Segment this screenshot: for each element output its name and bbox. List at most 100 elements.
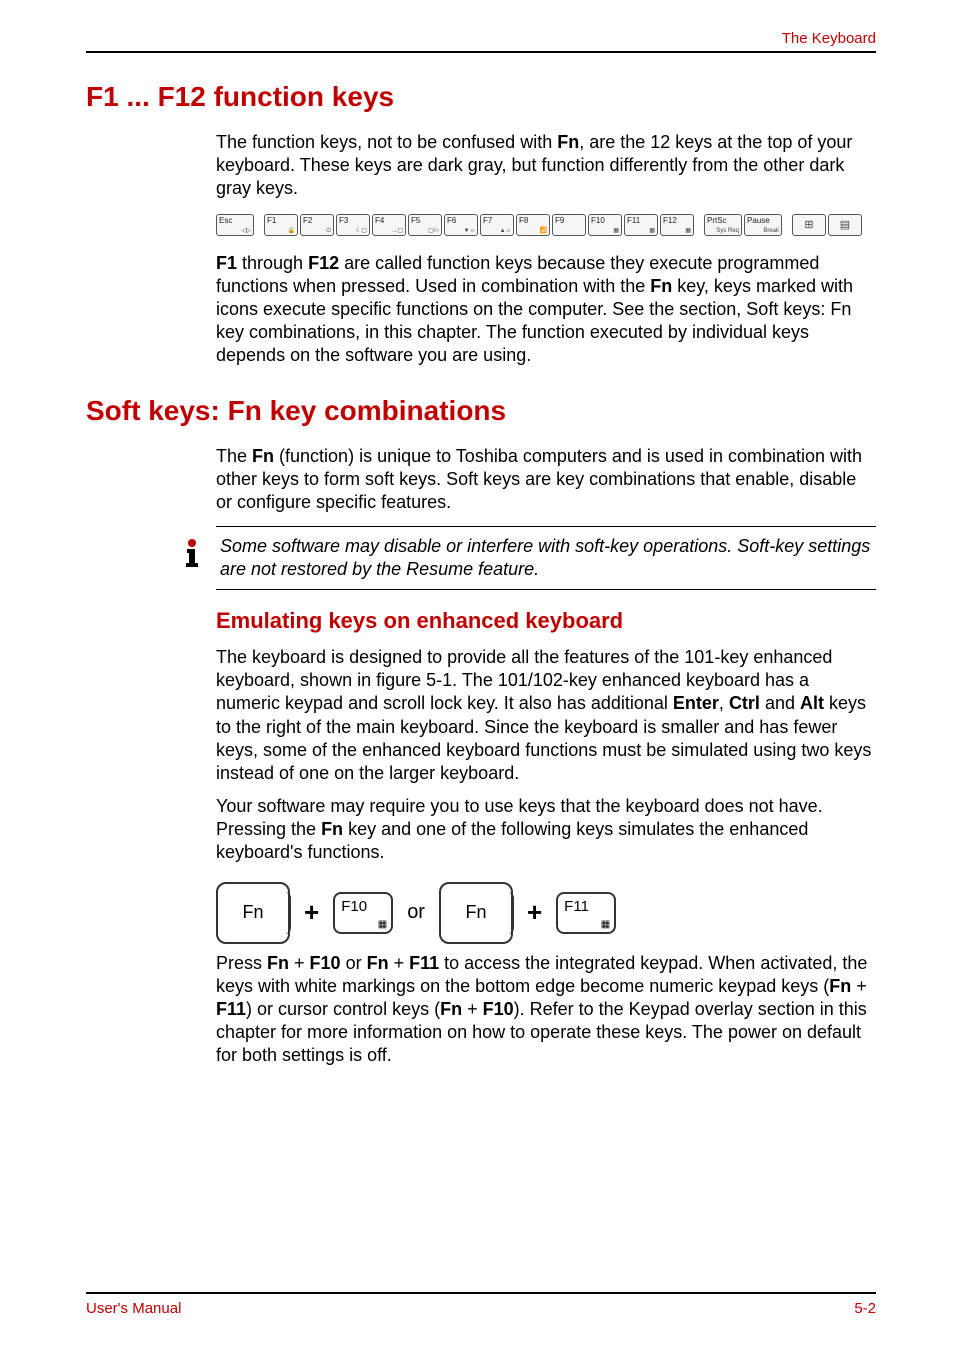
text-fn: Fn bbox=[321, 819, 343, 839]
text: + bbox=[289, 953, 310, 973]
text: ) or cursor control keys ( bbox=[246, 999, 440, 1019]
footer-left: User's Manual bbox=[86, 1300, 181, 1317]
heading-f1-f12: F1 ... F12 function keys bbox=[86, 81, 876, 113]
keycap-fn: Fn bbox=[216, 882, 290, 944]
key-f12: F12 ▦ bbox=[660, 214, 694, 236]
key-f7: F7 ▲☼ bbox=[480, 214, 514, 236]
key-f6: F6▼☼ bbox=[444, 214, 478, 236]
text-f11: F11 bbox=[216, 999, 246, 1019]
text-fn: Fn bbox=[650, 276, 672, 296]
text: (function) is unique to Toshiba computer… bbox=[216, 446, 862, 512]
key-pause: Pause Break bbox=[744, 214, 782, 236]
cursor-overlay-icon: ▦ bbox=[378, 919, 387, 930]
key-sublabel: Break bbox=[763, 228, 779, 234]
page-footer: User's Manual 5-2 bbox=[86, 1292, 876, 1317]
emulating-p3: Press Fn + F10 or Fn + F11 to access the… bbox=[216, 952, 876, 1067]
key-f1: F1 🔒 bbox=[264, 214, 298, 236]
emulating-p1: The keyboard is designed to provide all … bbox=[216, 646, 876, 784]
keycap-f11: F11▦ bbox=[556, 892, 616, 934]
text-enter: Enter bbox=[673, 693, 719, 713]
key-label: F7 bbox=[483, 216, 492, 225]
key-label: F2 bbox=[303, 216, 312, 225]
f1f12-desc-paragraph: F1 through F12 are called function keys … bbox=[216, 252, 876, 367]
menu-icon: ▤ bbox=[840, 220, 850, 231]
cursor-overlay-icon: ▦ bbox=[613, 228, 619, 234]
heading-soft-keys: Soft keys: Fn key combinations bbox=[86, 395, 876, 427]
text-f12: F12 bbox=[308, 253, 339, 273]
note-text: Some software may disable or interfere w… bbox=[220, 535, 876, 581]
key-f10: F10 ▦ bbox=[588, 214, 622, 236]
key-f4: F4 →▢ bbox=[372, 214, 406, 236]
key-label: F10 bbox=[341, 898, 367, 915]
key-label: F5 bbox=[411, 216, 420, 225]
brightness-up-icon: ▲☼ bbox=[500, 228, 511, 234]
key-sublabel: Sys Req bbox=[716, 228, 739, 234]
emulating-p2: Your software may require you to use key… bbox=[216, 795, 876, 864]
text: or bbox=[341, 953, 367, 973]
info-icon bbox=[172, 535, 212, 569]
key-label: F4 bbox=[375, 216, 384, 225]
numeric-overlay-icon: ▦ bbox=[649, 228, 655, 234]
keycap-fn: Fn bbox=[439, 882, 513, 944]
key-label: F1 bbox=[267, 216, 276, 225]
text-fn: Fn bbox=[557, 132, 579, 152]
subheading-emulating: Emulating keys on enhanced keyboard bbox=[216, 608, 876, 634]
key-label: F8 bbox=[519, 216, 528, 225]
text: + bbox=[389, 953, 410, 973]
text-fn: Fn bbox=[267, 953, 289, 973]
key-label: F11 bbox=[564, 898, 589, 915]
lock-icon: 🔒 bbox=[288, 228, 295, 234]
hibernate-icon: →▢ bbox=[391, 228, 403, 234]
key-f11: F11 ▦ bbox=[624, 214, 658, 236]
text: through bbox=[237, 253, 308, 273]
note-callout: Some software may disable or interfere w… bbox=[216, 526, 876, 590]
text: , bbox=[719, 693, 729, 713]
softkeys-intro-paragraph: The Fn (function) is unique to Toshiba c… bbox=[216, 445, 876, 514]
text-f10: F10 bbox=[483, 999, 514, 1019]
text-ctrl: Ctrl bbox=[729, 693, 760, 713]
display-icon: ▢/○ bbox=[428, 228, 439, 234]
key-f8: F8📶 bbox=[516, 214, 550, 236]
key-label: F12 bbox=[663, 216, 677, 225]
key-label: Esc bbox=[219, 216, 232, 225]
footer-page-number: 5-2 bbox=[854, 1300, 876, 1317]
text-f1: F1 bbox=[216, 253, 237, 273]
key-combo-figure: Fn + F10 ▦ or Fn + F11▦ bbox=[216, 882, 876, 944]
header-section-title: The Keyboard bbox=[86, 30, 876, 47]
text: + bbox=[462, 999, 483, 1019]
scroll-lock-icon: ▦ bbox=[685, 228, 691, 234]
text: The bbox=[216, 446, 252, 466]
or-text: or bbox=[407, 901, 425, 924]
key-label: F9 bbox=[555, 216, 564, 225]
text: and bbox=[760, 693, 800, 713]
key-f2: F2 ⏻ bbox=[300, 214, 334, 236]
text: + bbox=[851, 976, 867, 996]
text-fn: Fn bbox=[829, 976, 851, 996]
header-rule bbox=[86, 51, 876, 53]
text-f10: F10 bbox=[310, 953, 341, 973]
plus-symbol: + bbox=[527, 897, 542, 928]
key-sub-icon: ◁▷ bbox=[242, 228, 251, 234]
power-icon: ⏻ bbox=[326, 228, 331, 234]
key-label: F11 bbox=[627, 216, 640, 225]
text: Press bbox=[216, 953, 267, 973]
key-label: Pause bbox=[747, 216, 770, 225]
key-label: F6 bbox=[447, 216, 456, 225]
function-key-row-figure: Esc◁▷ F1🔒 F2⏻ F3☾▢ F4→▢ F5▢/○ F6▼☼ F7▲☼ … bbox=[216, 214, 876, 236]
text-f11: F11 bbox=[409, 953, 439, 973]
key-esc: Esc ◁▷ bbox=[216, 214, 254, 236]
sleep-icon: ☾▢ bbox=[356, 228, 367, 234]
key-f5: F5 ▢/○ bbox=[408, 214, 442, 236]
text: The function keys, not to be confused wi… bbox=[216, 132, 557, 152]
key-f9: F9 bbox=[552, 214, 586, 236]
key-label: PrtSc bbox=[707, 216, 727, 225]
keycap-f10: F10 ▦ bbox=[333, 892, 393, 934]
plus-symbol: + bbox=[304, 897, 319, 928]
text-fn: Fn bbox=[367, 953, 389, 973]
footer-rule bbox=[86, 1292, 876, 1294]
key-label: F10 bbox=[591, 216, 605, 225]
key-label: F3 bbox=[339, 216, 348, 225]
text-alt: Alt bbox=[800, 693, 824, 713]
text-fn: Fn bbox=[440, 999, 462, 1019]
key-prtsc: PrtSc Sys Req bbox=[704, 214, 742, 236]
